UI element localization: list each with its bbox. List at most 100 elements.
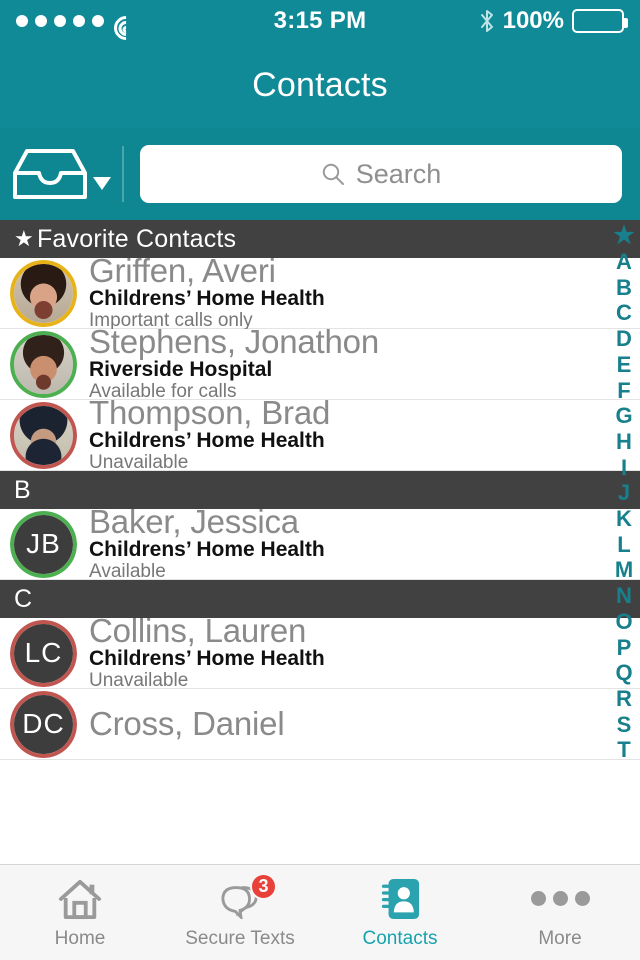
star-icon: ★ xyxy=(14,226,34,251)
alpha-index-letter[interactable]: R xyxy=(608,686,640,712)
presence-ring xyxy=(10,690,77,758)
contact-organization: Childrens’ Home Health xyxy=(89,428,325,452)
presence-ring xyxy=(10,510,77,578)
signal-dot xyxy=(16,15,28,27)
alpha-index-letter[interactable]: C xyxy=(608,300,640,326)
status-bar: 3:15 PM 100% xyxy=(0,0,640,45)
contact-organization: Childrens’ Home Health xyxy=(89,646,325,670)
unread-badge: 3 xyxy=(250,872,277,900)
contact-name: Stephens, Jonathon xyxy=(89,322,379,360)
alpha-index-letter[interactable]: P xyxy=(608,635,640,661)
bluetooth-icon xyxy=(480,10,493,32)
alphabet-index[interactable]: ★ A B C D E F G H I J K L M N O P Q R S T xyxy=(608,220,640,864)
contact-text: Griffen, Averi Childrens’ Home Health Impo… xyxy=(89,254,640,331)
contact-name: Baker, Jessica xyxy=(89,502,299,540)
tab-label: More xyxy=(538,927,582,949)
alpha-index-letter[interactable]: E xyxy=(608,352,640,378)
battery-icon xyxy=(572,9,628,33)
contact-name: Thompson, Brad xyxy=(89,393,331,431)
search-input[interactable]: Search xyxy=(140,145,622,203)
signal-dot xyxy=(73,15,85,27)
section-header-label: C xyxy=(14,584,33,613)
avatar: JB xyxy=(10,510,77,578)
page-title: Contacts xyxy=(252,65,388,104)
tab-secure-texts[interactable]: 3 Secure Texts xyxy=(160,865,320,960)
contact-row[interactable]: Stephens, Jonathon Riverside Hospital Avai… xyxy=(0,325,640,402)
tab-home[interactable]: Home xyxy=(0,865,160,960)
alpha-index-letter[interactable]: S xyxy=(608,712,640,738)
contact-status: Available xyxy=(89,560,166,582)
presence-ring xyxy=(10,259,77,327)
tab-contacts[interactable]: Contacts xyxy=(320,865,480,960)
address-book-icon xyxy=(379,876,421,922)
contact-row[interactable]: LC Collins, Lauren Childrens’ Home Health U… xyxy=(0,614,640,691)
tab-more[interactable]: More xyxy=(480,865,640,960)
alpha-index-letter[interactable]: M xyxy=(608,557,640,583)
contact-name: Cross, Daniel xyxy=(89,704,285,742)
contact-organization: Childrens’ Home Health xyxy=(89,286,325,310)
alpha-index-letter[interactable]: O xyxy=(608,609,640,635)
inbox-tray-button[interactable] xyxy=(0,128,122,220)
contact-organization: Riverside Hospital xyxy=(89,357,273,381)
status-bar-right: 100% xyxy=(479,7,628,35)
alpha-index-letter[interactable]: F xyxy=(608,378,640,404)
contact-text: Baker, Jessica Childrens’ Home Health Avai… xyxy=(89,505,640,582)
alpha-index-letter[interactable]: J xyxy=(608,480,640,506)
alpha-index-letter[interactable]: T xyxy=(608,737,640,763)
inbox-tray-icon xyxy=(13,149,87,199)
contact-organization: Childrens’ Home Health xyxy=(89,537,325,561)
tab-label: Secure Texts xyxy=(185,927,295,949)
wifi-icon xyxy=(109,10,143,45)
signal-dot xyxy=(54,15,66,27)
signal-strength-icon xyxy=(16,15,104,27)
signal-dot xyxy=(35,15,47,27)
caret-down-icon xyxy=(93,176,111,190)
alpha-index-letter[interactable]: G xyxy=(608,403,640,429)
presence-ring xyxy=(10,401,77,469)
presence-ring xyxy=(10,619,77,687)
alpha-index-letter[interactable]: I xyxy=(608,455,640,481)
contact-text: Collins, Lauren Childrens’ Home Health Una… xyxy=(89,614,640,691)
alpha-index-letter[interactable]: D xyxy=(608,326,640,352)
chat-bubbles-icon: 3 xyxy=(217,872,277,922)
alpha-index-letter[interactable]: B xyxy=(608,275,640,301)
contact-text: Thompson, Brad Childrens’ Home Health Unav… xyxy=(89,396,640,473)
contact-row[interactable]: Griffen, Averi Childrens’ Home Health Impo… xyxy=(0,254,640,331)
alpha-index-favorites[interactable]: ★ xyxy=(608,223,640,249)
contact-row[interactable]: DC Cross, Daniel xyxy=(0,689,640,760)
alpha-index-letter[interactable]: K xyxy=(608,506,640,532)
section-header-label: B xyxy=(14,475,31,504)
contact-text: Cross, Daniel xyxy=(89,707,640,740)
ellipsis-icon xyxy=(530,876,590,922)
contact-row[interactable]: Thompson, Brad Childrens’ Home Health Unav… xyxy=(0,396,640,473)
avatar xyxy=(10,330,77,398)
avatar xyxy=(10,401,77,469)
contact-row[interactable]: JB Baker, Jessica Childrens’ Home Health Av… xyxy=(0,505,640,582)
search-icon xyxy=(322,163,344,185)
battery-percent-label: 100% xyxy=(502,7,564,34)
divider xyxy=(122,146,124,202)
contacts-list[interactable]: ★ Favorite Contacts Griffen, Averi Children… xyxy=(0,220,640,864)
alpha-index-letter[interactable]: L xyxy=(608,532,640,558)
search-placeholder: Search xyxy=(355,158,442,189)
presence-ring xyxy=(10,330,77,398)
alpha-index-letter[interactable]: H xyxy=(608,429,640,455)
signal-dot xyxy=(92,15,104,27)
home-icon xyxy=(58,876,102,922)
tab-bar: Home 3 Secure Texts Contacts More xyxy=(0,864,640,960)
alpha-index-letter[interactable]: A xyxy=(608,249,640,275)
status-bar-left xyxy=(16,10,143,45)
contact-name: Collins, Lauren xyxy=(89,611,307,649)
contact-name: Griffen, Averi xyxy=(89,251,276,289)
navigation-bar: Contacts xyxy=(0,42,640,128)
contact-text: Stephens, Jonathon Riverside Hospital Avai… xyxy=(89,325,640,402)
avatar xyxy=(10,259,77,327)
contact-status: Unavailable xyxy=(89,669,189,691)
avatar: LC xyxy=(10,619,77,687)
tab-label: Home xyxy=(54,927,106,949)
contact-status: Unavailable xyxy=(89,451,189,473)
alpha-index-letter[interactable]: N xyxy=(608,583,640,609)
avatar: DC xyxy=(10,690,77,758)
alpha-index-letter[interactable]: Q xyxy=(608,660,640,686)
tab-label: Contacts xyxy=(362,927,438,949)
